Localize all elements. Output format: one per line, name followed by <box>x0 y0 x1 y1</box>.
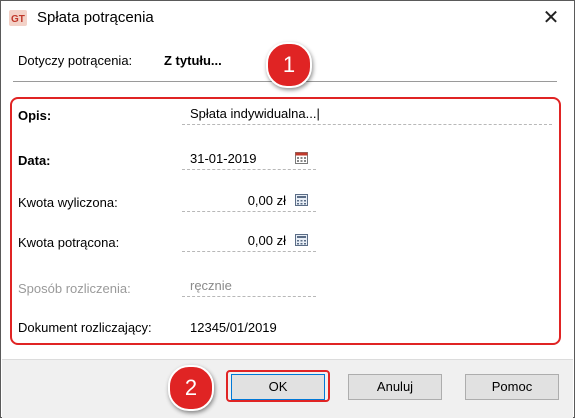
dialog-body: Dotyczy potrącenia: Z tytułu... 1 Opis: … <box>2 35 573 359</box>
button-bar: 2 OK Anuluj Pomoc <box>2 359 573 418</box>
settlement-document-label: Dokument rozliczający: <box>18 320 152 335</box>
app-logo-icon: GT <box>9 10 27 26</box>
description-value: Spłata indywidualna...| <box>190 106 320 121</box>
date-label: Data: <box>18 153 51 168</box>
title-bar: GT Spłata potrącenia ✕ <box>1 1 574 35</box>
calculated-amount-input[interactable]: 0,00 zł <box>182 190 316 212</box>
settlement-method-value: ręcznie <box>190 278 232 293</box>
date-value: 31-01-2019 <box>190 151 257 166</box>
settlement-document-value: 12345/01/2019 <box>190 320 277 335</box>
description-input[interactable]: Spłata indywidualna...| <box>182 103 552 125</box>
calculated-amount-value: 0,00 zł <box>247 193 286 208</box>
related-deduction-label: Dotyczy potrącenia: <box>18 53 133 68</box>
date-input[interactable]: 31-01-2019 <box>182 148 316 170</box>
annotation-badge-2: 2 <box>168 365 214 411</box>
settlement-method-label: Sposób rozliczenia: <box>18 281 131 296</box>
window-title: Spłata potrącenia <box>37 9 154 26</box>
cancel-button[interactable]: Anuluj <box>348 374 442 400</box>
calculator-icon[interactable] <box>295 234 308 246</box>
ok-button[interactable]: OK <box>231 374 325 400</box>
description-label: Opis: <box>18 108 52 123</box>
deducted-amount-label: Kwota potrącona: <box>18 235 120 250</box>
close-icon[interactable]: ✕ <box>536 3 566 33</box>
help-button[interactable]: Pomoc <box>465 374 559 400</box>
calculated-amount-label: Kwota wyliczona: <box>18 195 118 210</box>
related-deduction-value: Z tytułu... <box>164 53 222 68</box>
calculator-icon[interactable] <box>295 194 308 206</box>
svg-text:GT: GT <box>11 14 25 25</box>
form-highlight-box <box>10 97 561 345</box>
calendar-icon[interactable] <box>295 152 308 164</box>
deducted-amount-value: 0,00 zł <box>247 233 286 248</box>
annotation-badge-1: 1 <box>266 42 312 88</box>
deducted-amount-input[interactable]: 0,00 zł <box>182 230 316 252</box>
settlement-method-field: ręcznie <box>182 275 316 297</box>
dialog-window: GT Spłata potrącenia ✕ Dotyczy potrąceni… <box>0 0 575 418</box>
